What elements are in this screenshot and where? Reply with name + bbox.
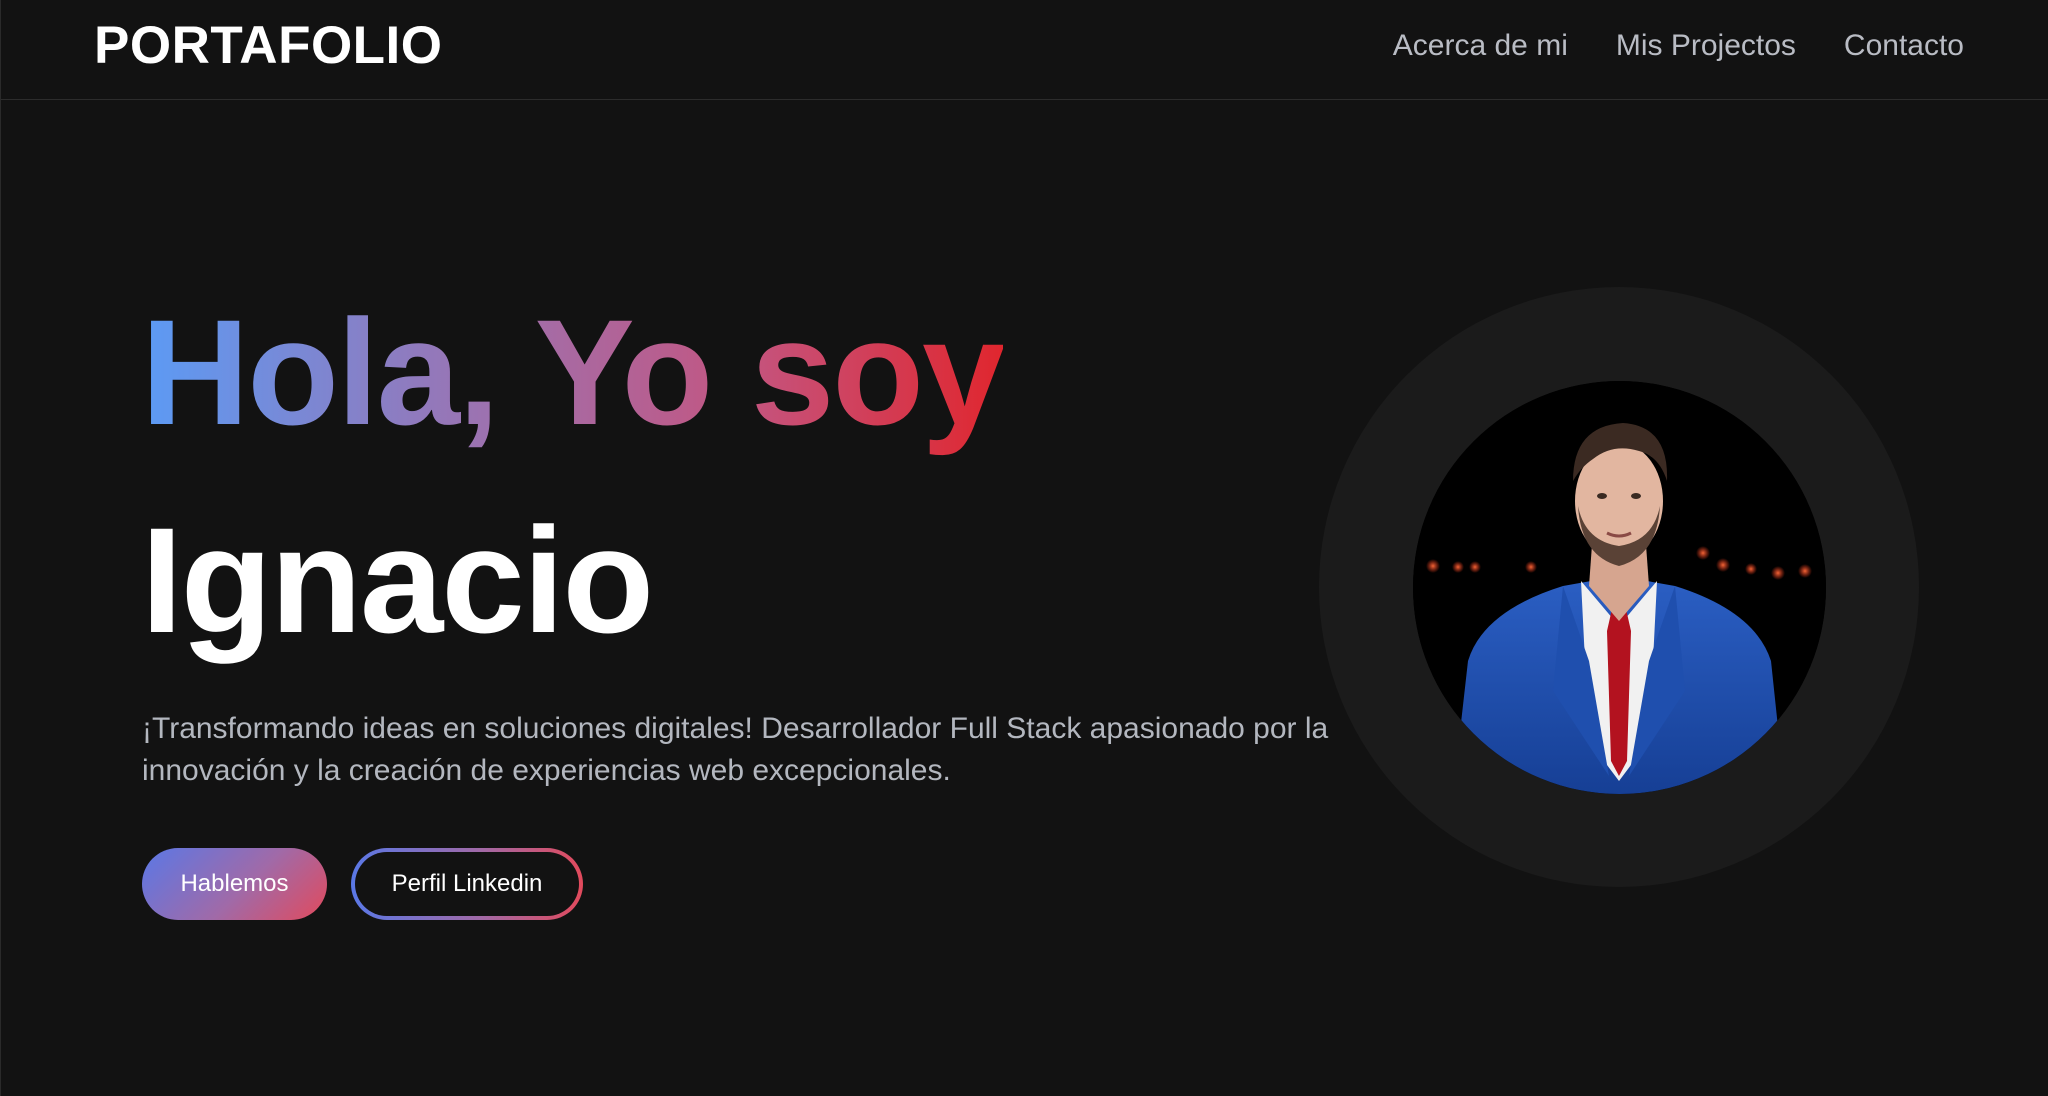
linkedin-profile-button-label: Perfil Linkedin xyxy=(355,852,579,916)
nav-links: Acerca de mi Mis Projectos Contacto xyxy=(1393,24,1964,68)
hero-name: Ignacio xyxy=(141,496,654,664)
hablemos-button[interactable]: Hablemos xyxy=(142,848,327,920)
top-navbar: PORTAFOLIO Acerca de mi Mis Projectos Co… xyxy=(1,0,2048,100)
person-portrait-image xyxy=(1413,381,1826,794)
nav-link-acerca[interactable]: Acerca de mi xyxy=(1393,24,1568,68)
hero-actions: Hablemos Perfil Linkedin xyxy=(142,848,583,920)
hero-description: ¡Transformando ideas en soluciones digit… xyxy=(142,712,1329,787)
hero-greeting: Hola, Yo soy xyxy=(141,282,1005,462)
linkedin-profile-button[interactable]: Perfil Linkedin xyxy=(351,848,583,920)
brand-logo[interactable]: PORTAFOLIO xyxy=(94,14,443,78)
nav-link-projectos[interactable]: Mis Projectos xyxy=(1616,24,1796,68)
nav-link-contacto[interactable]: Contacto xyxy=(1844,24,1964,68)
portfolio-page: PORTAFOLIO Acerca de mi Mis Projectos Co… xyxy=(0,0,2048,1096)
profile-photo xyxy=(1413,381,1826,794)
